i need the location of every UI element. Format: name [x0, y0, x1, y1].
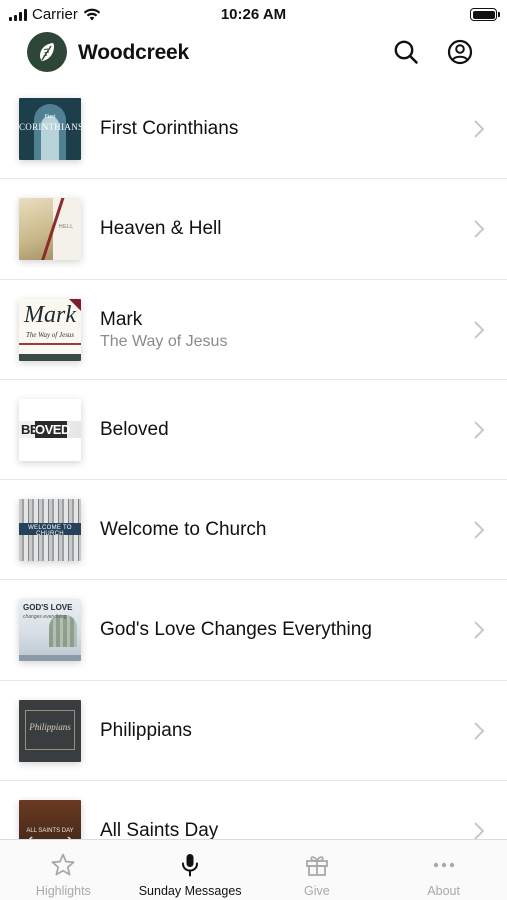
series-title: Welcome to Church — [100, 519, 267, 541]
account-icon — [447, 39, 473, 65]
series-subtitle: The Way of Jesus — [100, 332, 228, 350]
chevron-right-icon — [474, 421, 485, 439]
series-list: First CORINTHIANS First Corinthians HELL… — [0, 79, 507, 839]
series-title: Beloved — [100, 418, 169, 440]
search-button[interactable] — [391, 37, 421, 67]
battery-icon — [470, 8, 500, 21]
list-item[interactable]: HELL Heaven & Hell — [0, 179, 507, 280]
gift-icon — [305, 856, 328, 876]
chevron-right-icon — [474, 621, 485, 640]
tab-highlights[interactable]: Highlights — [0, 840, 127, 900]
list-item[interactable]: WELCOME TO CHURCH Welcome to Church — [0, 480, 507, 581]
star-icon — [51, 853, 75, 876]
series-thumbnail: First CORINTHIANS — [19, 98, 81, 160]
chevron-right-icon — [474, 220, 485, 239]
list-item[interactable]: First CORINTHIANS First Corinthians — [0, 79, 507, 180]
chevron-right-icon — [474, 120, 485, 138]
list-item[interactable]: Philippians Philippians — [0, 681, 507, 782]
series-thumbnail: Mark The Way of Jesus — [19, 298, 81, 361]
series-thumbnail: WELCOME TO CHURCH — [19, 499, 81, 562]
app-title: Woodcreek — [78, 41, 190, 64]
tab-sunday-messages[interactable]: Sunday Messages — [127, 840, 254, 900]
series-thumbnail: BEL OVED — [19, 398, 81, 461]
tab-label: Highlights — [35, 884, 91, 898]
status-time: 10:26 AM — [220, 6, 287, 23]
status-bar: Carrier 10:26 AM — [0, 0, 507, 28]
tab-label: About — [427, 884, 460, 898]
series-title: God's Love Changes Everything — [100, 619, 372, 641]
chevron-right-icon — [474, 722, 485, 740]
list-item[interactable]: ALL SAINTS DAY All Saints Day — [0, 781, 507, 839]
tab-about[interactable]: About — [380, 840, 507, 900]
list-item[interactable]: GOD'S LOVE changes everything God's Love… — [0, 580, 507, 681]
series-thumbnail: Philippians — [19, 699, 81, 762]
series-title: Heaven & Hell — [100, 218, 222, 240]
chevron-right-icon — [474, 521, 485, 539]
chevron-right-icon — [474, 320, 485, 339]
series-title: Philippians — [100, 719, 192, 741]
series-title: First Corinthians — [100, 118, 239, 139]
chevron-right-icon — [474, 822, 485, 839]
series-title: Mark — [100, 308, 143, 330]
tab-label: Give — [304, 884, 330, 898]
series-thumbnail: ALL SAINTS DAY — [19, 800, 81, 839]
account-button[interactable] — [445, 37, 475, 67]
series-thumbnail: GOD'S LOVE changes everything — [19, 599, 81, 662]
tab-give[interactable]: Give — [254, 840, 381, 900]
list-item[interactable]: BEL OVED Beloved — [0, 380, 507, 481]
series-thumbnail: HELL — [19, 198, 81, 261]
microphone-icon — [182, 854, 199, 877]
leaf-icon — [40, 43, 54, 61]
more-icon — [433, 862, 454, 868]
app-header: Woodcreek — [0, 30, 507, 78]
series-title: All Saints Day — [100, 820, 219, 839]
app-logo[interactable] — [27, 32, 67, 72]
tab-bar: Highlights Sunday Messages Give About — [0, 839, 507, 900]
tab-label: Sunday Messages — [138, 884, 242, 898]
list-item[interactable]: Mark The Way of Jesus Mark The Way of Je… — [0, 280, 507, 380]
search-icon — [394, 40, 418, 64]
